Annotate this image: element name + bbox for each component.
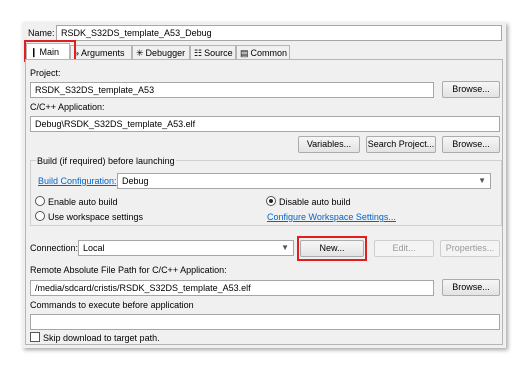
edit-connection-button[interactable]: Edit... — [374, 240, 434, 257]
main-page-icon: ❙ — [30, 46, 38, 57]
application-browse-button[interactable]: Browse... — [442, 136, 500, 153]
skip-download-option[interactable]: Skip download to target path. — [30, 332, 160, 343]
chevron-down-icon: ▼ — [478, 176, 486, 185]
tab-common[interactable]: ▤ Common — [236, 45, 290, 60]
tab-main[interactable]: ❙ Main — [26, 43, 70, 60]
skip-download-label: Skip download to target path. — [43, 333, 160, 343]
checkbox-icon — [30, 332, 40, 342]
tab-arguments[interactable]: » Arguments — [70, 45, 132, 60]
tab-common-label: Common — [250, 48, 288, 58]
project-label: Project: — [30, 68, 61, 78]
new-connection-button[interactable]: New... — [300, 240, 364, 257]
radio-selected-icon — [266, 196, 276, 206]
configure-workspace-settings-link[interactable]: Configure Workspace Settings... — [267, 212, 396, 222]
build-configuration-select[interactable]: Debug ▼ — [117, 173, 491, 189]
common-icon: ▤ — [240, 47, 249, 58]
tab-arguments-label: Arguments — [81, 48, 125, 58]
connection-value: Local — [83, 243, 105, 253]
debugger-icon: ✳ — [136, 47, 144, 58]
application-label: C/C++ Application: — [30, 102, 105, 112]
variables-button[interactable]: Variables... — [298, 136, 360, 153]
search-project-button[interactable]: Search Project... — [366, 136, 436, 153]
tab-source[interactable]: ☷ Source — [190, 45, 236, 60]
disable-auto-build-option[interactable]: Disable auto build — [266, 196, 351, 207]
remote-path-field[interactable]: /media/sdcard/cristis/RSDK_S32DS_templat… — [30, 280, 434, 296]
connection-select[interactable]: Local ▼ — [78, 240, 294, 256]
enable-auto-build-label: Enable auto build — [48, 197, 118, 207]
launch-configuration-dialog: Name: RSDK_S32DS_template_A53_Debug ❙ Ma… — [22, 22, 506, 348]
project-field[interactable]: RSDK_S32DS_template_A53 — [30, 82, 434, 98]
use-workspace-settings-label: Use workspace settings — [48, 212, 144, 222]
connection-label: Connection: — [30, 243, 79, 253]
tab-main-label: Main — [39, 47, 60, 57]
commands-label: Commands to execute before application — [30, 300, 194, 310]
name-field[interactable]: RSDK_S32DS_template_A53_Debug — [56, 25, 502, 41]
enable-auto-build-option[interactable]: Enable auto build — [35, 196, 118, 207]
source-icon: ☷ — [194, 47, 203, 58]
name-label: Name: — [28, 28, 55, 38]
connection-properties-button[interactable]: Properties... — [440, 240, 500, 257]
remote-path-label: Remote Absolute File Path for C/C++ Appl… — [30, 265, 227, 275]
commands-field[interactable] — [30, 314, 500, 330]
radio-icon — [35, 211, 45, 221]
remote-path-browse-button[interactable]: Browse... — [442, 279, 500, 296]
application-field[interactable]: Debug\RSDK_S32DS_template_A53.elf — [30, 116, 500, 132]
arguments-icon: » — [74, 47, 80, 58]
tab-debugger-label: Debugger — [145, 48, 186, 58]
chevron-down-icon: ▼ — [281, 243, 289, 252]
tab-source-label: Source — [204, 48, 233, 58]
build-configuration-value: Debug — [122, 176, 149, 186]
build-configuration-link[interactable]: Build Configuration: — [38, 176, 117, 186]
tab-debugger[interactable]: ✳ Debugger — [132, 45, 190, 60]
use-workspace-settings-option[interactable]: Use workspace settings — [35, 211, 143, 222]
radio-icon — [35, 196, 45, 206]
project-browse-button[interactable]: Browse... — [442, 81, 500, 98]
build-group-label: Build (if required) before launching — [36, 156, 176, 166]
disable-auto-build-label: Disable auto build — [279, 197, 351, 207]
